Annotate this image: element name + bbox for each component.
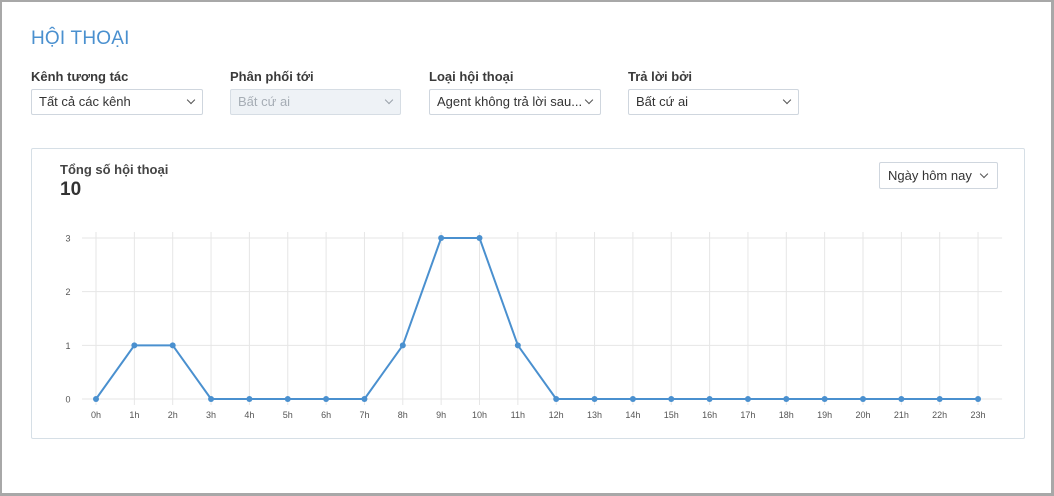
- data-point: [898, 396, 905, 402]
- chevron-down-icon: [384, 95, 394, 105]
- x-tick-label: 19h: [817, 410, 832, 420]
- chevron-down-icon: [584, 95, 594, 105]
- data-point: [323, 396, 330, 402]
- x-tick-label: 0h: [91, 410, 101, 420]
- data-point: [706, 396, 713, 402]
- data-point: [629, 396, 636, 402]
- x-tick-label: 9h: [436, 410, 446, 420]
- conversation-type-select[interactable]: Agent không trả lời sau...: [429, 89, 601, 115]
- data-point: [246, 396, 253, 402]
- data-point: [553, 396, 560, 402]
- distribution-select-value: Bất cứ ai: [238, 94, 291, 109]
- x-tick-label: 15h: [664, 410, 679, 420]
- data-point: [744, 396, 751, 402]
- x-tick-label: 6h: [321, 410, 331, 420]
- x-tick-label: 11h: [511, 410, 525, 420]
- filter-label-conversation-type: Loại hội thoại: [429, 69, 514, 84]
- conversation-type-select-value: Agent không trả lời sau...: [437, 94, 583, 109]
- x-tick-label: 12h: [549, 410, 564, 420]
- page-title: HỘI THOẠI: [31, 28, 130, 49]
- data-point: [208, 396, 215, 402]
- y-tick-label: 1: [65, 341, 70, 351]
- data-point: [668, 396, 675, 402]
- x-tick-label: 7h: [359, 410, 369, 420]
- data-point: [591, 396, 598, 402]
- x-tick-label: 17h: [740, 410, 755, 420]
- x-tick-label: 18h: [779, 410, 794, 420]
- channel-select[interactable]: Tất cả các kênh: [31, 89, 203, 115]
- data-point: [476, 235, 483, 241]
- data-point: [93, 396, 99, 402]
- x-tick-label: 4h: [244, 410, 254, 420]
- data-point: [860, 396, 866, 402]
- x-tick-label: 8h: [398, 410, 408, 420]
- filter-label-distribution: Phân phối tới: [230, 69, 314, 84]
- channel-select-value: Tất cả các kênh: [39, 94, 131, 109]
- answered-by-select[interactable]: Bất cứ ai: [628, 89, 799, 115]
- x-tick-label: 1h: [129, 410, 139, 420]
- x-tick-label: 14h: [625, 410, 640, 420]
- data-point: [514, 342, 521, 349]
- x-tick-label: 3h: [206, 410, 216, 420]
- x-tick-label: 20h: [855, 410, 870, 420]
- window-frame: HỘI THOẠI Kênh tương tác Tất cả các kênh…: [0, 0, 1054, 496]
- data-point: [169, 342, 176, 349]
- x-tick-label: 22h: [932, 410, 947, 420]
- x-tick-label: 13h: [587, 410, 602, 420]
- y-tick-label: 0: [65, 395, 70, 405]
- x-tick-label: 16h: [702, 410, 717, 420]
- distribution-select[interactable]: Bất cứ ai: [230, 89, 401, 115]
- data-point: [399, 342, 406, 349]
- answered-by-select-value: Bất cứ ai: [636, 94, 689, 109]
- filter-label-channel: Kênh tương tác: [31, 69, 129, 84]
- series-line: [95, 237, 979, 400]
- y-tick-label: 2: [65, 287, 70, 297]
- x-tick-label: 5h: [283, 410, 293, 420]
- x-tick-label: 23h: [971, 410, 986, 420]
- data-point: [284, 396, 291, 402]
- data-point: [361, 396, 368, 402]
- data-point: [821, 396, 828, 402]
- chevron-down-icon: [186, 95, 196, 105]
- x-tick-label: 2h: [168, 410, 178, 420]
- filter-label-answered-by: Trả lời bởi: [628, 69, 692, 84]
- conversation-chart-card: Tổng số hội thoại 10 Ngày hôm nay 0 1 2 3 0h…: [31, 148, 1025, 439]
- data-point: [438, 235, 445, 241]
- x-tick-label: 10h: [472, 410, 487, 420]
- data-point: [783, 396, 790, 402]
- data-point: [131, 342, 138, 349]
- x-tick-label: 21h: [894, 410, 909, 420]
- data-point: [975, 396, 982, 402]
- line-chart: 0 1 2 3 0h 1h 2h 3h 4h 5h 6h 7h 8h 9h 10h 11h 12h 13h 14h 1…: [65, 232, 1003, 420]
- chevron-down-icon: [782, 95, 792, 105]
- data-point: [936, 396, 943, 402]
- y-tick-label: 3: [65, 234, 70, 244]
